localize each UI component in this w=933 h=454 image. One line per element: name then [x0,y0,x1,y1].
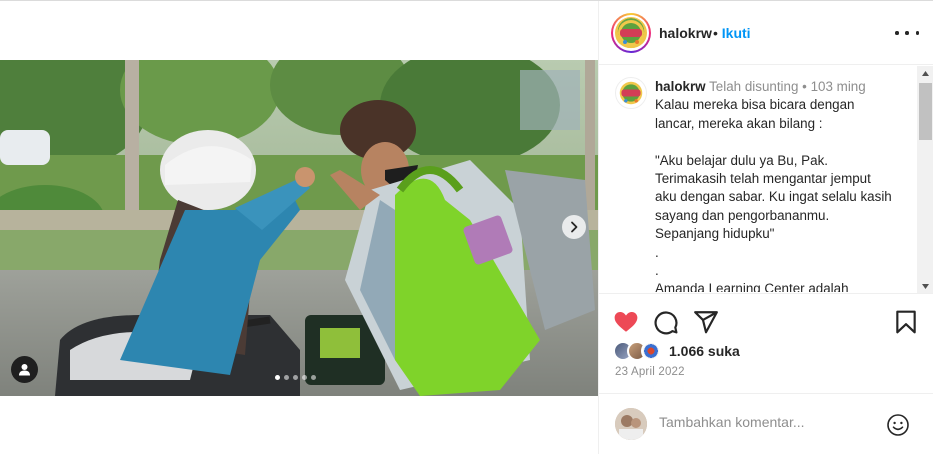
follow-group: • Ikuti [713,25,751,41]
edited-label: Telah disunting [709,79,799,94]
carousel-indicator [275,375,316,380]
post-side-panel: halokrw • Ikuti halokrw Telah disunting … [598,1,933,454]
photo-illustration [0,60,598,396]
scroll-up-arrow[interactable] [917,66,933,80]
comment-form [599,393,933,454]
share-button[interactable] [693,309,719,335]
paper-plane-icon [694,311,718,334]
halokrw-logo-icon [619,81,643,105]
triangle-up-icon [922,70,929,76]
likes-summary[interactable]: 1.066 suka [613,341,740,361]
media-area [0,1,598,454]
tagged-users-button[interactable] [11,356,38,383]
smiley-icon [887,414,909,436]
meta-separator: • [802,79,807,94]
post-header: halokrw • Ikuti [599,1,933,65]
follow-separator: • [713,25,718,41]
carousel-dot [275,375,280,380]
like-button[interactable] [613,309,639,335]
post-photo[interactable] [0,60,598,396]
carousel-dot [284,375,289,380]
caption-line [655,133,909,151]
comment-bubble-icon [654,311,678,335]
brand-logo [615,17,647,49]
user-photo [615,408,647,440]
post-date[interactable]: 23 April 2022 [615,366,685,378]
scroll-down-arrow[interactable] [917,279,933,293]
scrollbar-thumb[interactable] [919,83,932,140]
carousel-dot [311,375,316,380]
follow-button[interactable]: Ikuti [722,25,751,41]
post-dialog: halokrw • Ikuti halokrw Telah disunting … [0,0,933,454]
more-dot [895,31,899,35]
current-user-avatar [615,408,647,440]
more-dot [905,31,909,35]
triangle-down-icon [922,283,929,289]
post-actions: 1.066 suka 23 April 2022 [599,293,933,393]
user-icon [19,364,30,376]
caption-line: sayang dan pengorbananmu. [655,207,830,223]
more-options-button[interactable] [895,25,919,41]
caption-line: . [655,244,659,260]
carousel-dot [293,375,298,380]
caption-line: lancar, mereka akan bilang : [655,115,823,131]
chevron-right-icon [571,221,578,233]
post-age: 103 ming [810,79,866,94]
caption-header: halokrw Telah disunting • 103 ming [655,78,909,96]
carousel-next-button[interactable] [562,215,586,239]
carousel-dot [302,375,307,380]
caption-text: halokrw Telah disunting • 103 ming Kalau… [655,78,909,292]
caption-author-avatar[interactable] [615,77,647,109]
save-button[interactable] [893,309,919,335]
liker-avatar [641,341,661,361]
caption-line: Sepanjang hidupku" [655,226,775,242]
author-username[interactable]: halokrw [659,25,712,41]
likes-count[interactable]: 1.066 suka [669,343,740,359]
caption-scrollbar[interactable] [917,66,933,293]
heart-filled-icon [614,312,638,332]
caption-line: Terimakasih telah mengantar jemput [655,171,871,187]
action-bar [613,309,923,335]
bookmark-icon [896,310,916,334]
author-avatar[interactable] [611,13,651,53]
comment-input[interactable] [659,414,879,430]
caption-line: Amanda Learning Center adalah [655,281,849,292]
caption-line: aku dengan sabar. Ku ingat selalu kasih [655,189,892,205]
caption-area[interactable]: halokrw Telah disunting • 103 ming Kalau… [599,66,917,292]
comment-button[interactable] [653,309,679,335]
more-dot [915,31,919,35]
halokrw-logo-icon [618,20,644,46]
caption-username[interactable]: halokrw [655,79,706,94]
caption-line: Kalau mereka bisa bicara dengan [655,97,855,113]
caption-line: "Aku belajar dulu ya Bu, Pak. [655,152,828,168]
caption-line: . [655,263,659,279]
emoji-button[interactable] [886,413,910,437]
